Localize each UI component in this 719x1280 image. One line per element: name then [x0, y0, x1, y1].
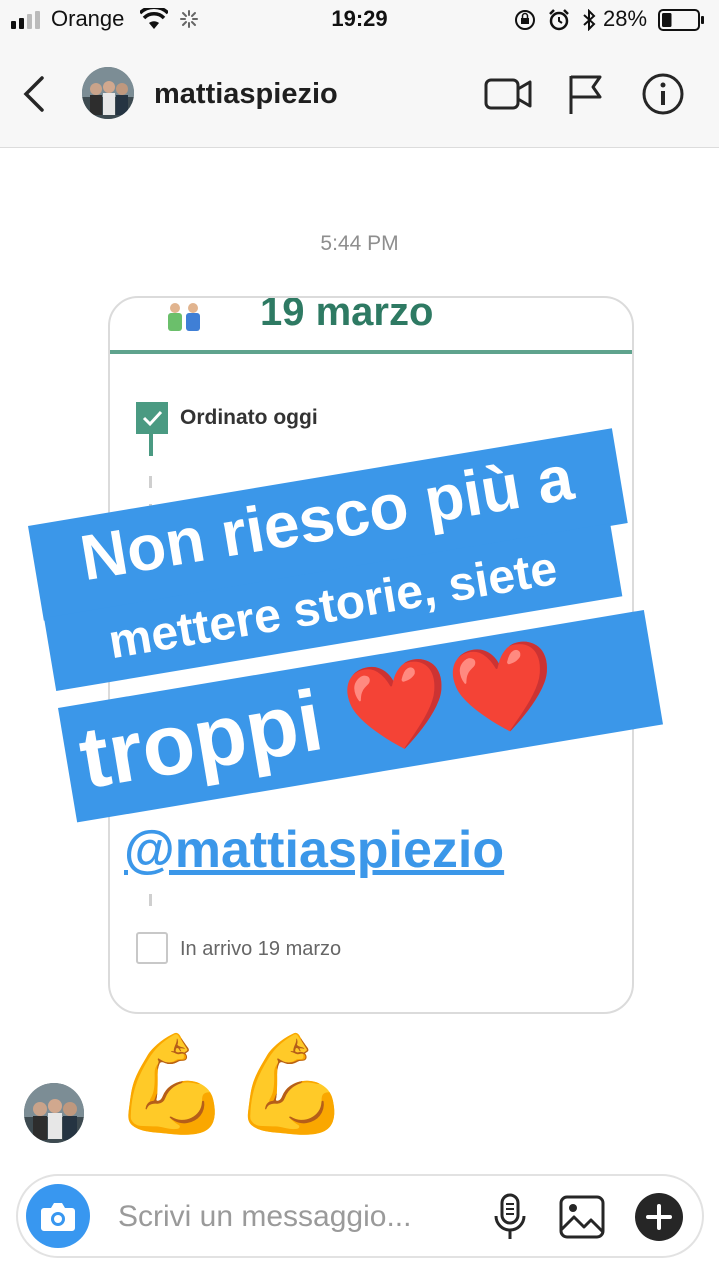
checkbox-checked-icon [136, 402, 168, 434]
add-icon[interactable] [634, 1192, 684, 1242]
back-chevron-icon[interactable] [18, 74, 48, 114]
chat-username[interactable]: mattiaspiezio [154, 78, 338, 111]
battery-icon [658, 9, 704, 31]
camera-icon [41, 1203, 75, 1231]
emoji-message[interactable]: 💪💪 [112, 1030, 351, 1140]
video-call-icon[interactable] [484, 72, 532, 116]
info-icon[interactable] [640, 72, 686, 116]
camera-button[interactable] [26, 1184, 90, 1248]
battery-percent: 28% [603, 6, 648, 31]
avatar[interactable] [24, 1083, 84, 1143]
story-divider [110, 350, 632, 354]
timeline-dash [149, 894, 152, 906]
alarm-icon [549, 9, 569, 31]
gallery-icon[interactable] [558, 1192, 606, 1242]
bluetooth-icon [583, 9, 596, 31]
message-input[interactable]: Scrivi un messaggio... [118, 1200, 411, 1234]
message-timestamp: 5:44 PM [320, 232, 399, 255]
story-mention-link[interactable]: @mattiaspiezio [124, 820, 504, 880]
story-arrival-text: In arrivo 19 marzo [180, 938, 342, 960]
microphone-icon[interactable] [492, 1192, 528, 1242]
checkbox-empty-icon [136, 932, 168, 964]
timeline-dash [149, 476, 152, 488]
avatar[interactable] [82, 67, 134, 119]
people-icon [168, 303, 200, 331]
story-ordered-text: Ordinato oggi [180, 406, 318, 429]
flag-icon[interactable] [566, 72, 604, 116]
message-composer: Scrivi un messaggio... [16, 1174, 704, 1258]
timeline-stem [149, 434, 153, 456]
chat-header: mattiaspiezio [0, 40, 719, 148]
status-bar: Orange 19:29 28% [0, 0, 719, 40]
orientation-lock-icon [515, 10, 535, 30]
story-date-text: 19 marzo [260, 296, 434, 334]
